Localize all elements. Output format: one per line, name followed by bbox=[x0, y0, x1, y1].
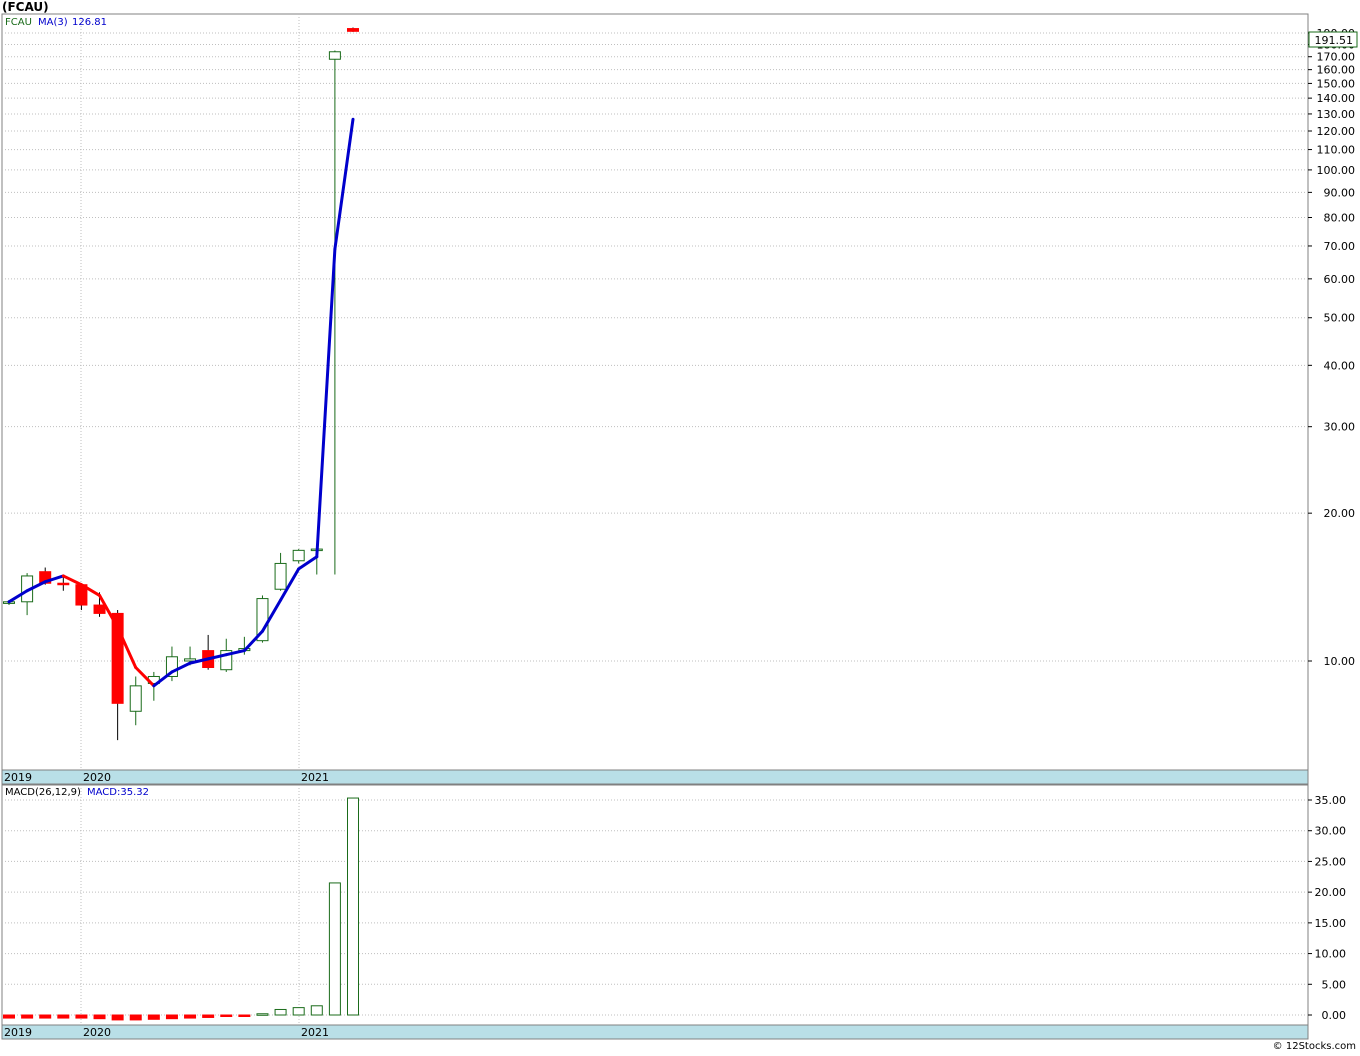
macd-x-label: 2020 bbox=[83, 1026, 111, 1039]
macd-panel: 0.00 5.00 10.00 15.00 20.00 25.00 30.00 35.00 2… bbox=[1, 784, 1346, 1040]
macd-legend-name: MACD(26,12,9) bbox=[5, 787, 81, 798]
price-tick-label: 120.00 bbox=[1317, 125, 1356, 138]
price-tick-label: 50.00 bbox=[1324, 312, 1356, 325]
price-x-label: 2021 bbox=[301, 771, 329, 784]
macd-bar bbox=[57, 1014, 70, 1019]
price-tick-label: 100.00 bbox=[1317, 164, 1356, 177]
macd-plot-frame bbox=[1, 784, 1309, 1026]
macd-bar bbox=[238, 1014, 251, 1017]
macd-tick-label: 20.00 bbox=[1315, 886, 1347, 899]
macd-y-axis: 0.00 5.00 10.00 15.00 20.00 25.00 30.00 35.00 bbox=[1308, 794, 1346, 1022]
macd-bar bbox=[328, 882, 341, 1016]
macd-x-label: 2019 bbox=[4, 1026, 32, 1039]
macd-tick-label: 30.00 bbox=[1315, 825, 1347, 838]
price-tick-label: 80.00 bbox=[1324, 211, 1356, 224]
candle-body bbox=[129, 685, 142, 712]
macd-bar bbox=[165, 1014, 178, 1020]
price-legend-symbol: FCAU bbox=[5, 17, 32, 28]
macd-bar bbox=[3, 1014, 15, 1019]
macd-tick-label: 35.00 bbox=[1315, 794, 1347, 807]
price-legend-ma-value: 126.81 bbox=[72, 17, 107, 28]
macd-bar bbox=[184, 1014, 197, 1019]
macd-bar bbox=[310, 1005, 323, 1016]
macd-bar bbox=[256, 1013, 269, 1016]
price-x-label: 2020 bbox=[83, 771, 111, 784]
price-y-axis: 10.00 20.00 30.00 40.00 50.00 60.00 70.00 80.00… bbox=[1308, 27, 1355, 668]
macd-tick-label: 5.00 bbox=[1322, 978, 1347, 991]
price-tick-label: 70.00 bbox=[1324, 240, 1356, 253]
macd-x-label: 2021 bbox=[301, 1026, 329, 1039]
macd-tick-label: 15.00 bbox=[1315, 917, 1347, 930]
price-tick-label: 130.00 bbox=[1317, 108, 1356, 121]
macd-legend: MACD(26,12,9) MACD:35.32 bbox=[5, 787, 149, 798]
price-x-label: 2019 bbox=[4, 771, 32, 784]
macd-bar bbox=[220, 1014, 233, 1017]
candle-body bbox=[292, 549, 305, 562]
price-tick-label: 170.00 bbox=[1317, 51, 1356, 64]
price-tick-label: 40.00 bbox=[1324, 359, 1356, 372]
price-tick-label: 150.00 bbox=[1317, 77, 1356, 90]
macd-bar bbox=[292, 1007, 305, 1016]
price-tick-label: 160.00 bbox=[1317, 64, 1356, 77]
price-tick-label: 140.00 bbox=[1317, 92, 1356, 105]
price-tick-label: 60.00 bbox=[1324, 273, 1356, 286]
price-tick-label: 10.00 bbox=[1324, 655, 1356, 668]
price-tick-label: 110.00 bbox=[1317, 144, 1356, 157]
macd-legend-value: MACD:35.32 bbox=[87, 787, 149, 798]
price-tick-label: 90.00 bbox=[1324, 186, 1356, 199]
macd-bar bbox=[202, 1014, 215, 1018]
macd-bar bbox=[93, 1014, 106, 1020]
price-panel: 10.00 20.00 30.00 40.00 50.00 60.00 70.00 80.00… bbox=[1, 13, 1358, 785]
candle bbox=[347, 27, 359, 32]
macd-bar bbox=[21, 1014, 34, 1019]
last-price-box: 191.51 bbox=[1308, 31, 1358, 48]
candle-body bbox=[57, 582, 70, 586]
candle-body bbox=[347, 28, 359, 32]
macd-bar bbox=[347, 797, 359, 1016]
copyright-text: © 12Stocks.com bbox=[1272, 1041, 1356, 1052]
price-legend-ma-label: MA(3) bbox=[38, 17, 68, 28]
macd-bar bbox=[147, 1014, 160, 1020]
macd-bar bbox=[111, 1014, 124, 1021]
macd-tick-label: 10.00 bbox=[1315, 948, 1347, 961]
chart-canvas: 10.00 20.00 30.00 40.00 50.00 60.00 70.00 80.00… bbox=[1, 13, 1358, 1040]
candle-body bbox=[93, 604, 106, 614]
macd-tick-label: 0.00 bbox=[1322, 1009, 1347, 1022]
price-x-axis-band bbox=[1, 769, 1309, 785]
price-tick-label: 20.00 bbox=[1324, 507, 1356, 520]
candle-body bbox=[328, 51, 341, 60]
macd-bar bbox=[39, 1014, 52, 1019]
price-plot-frame bbox=[1, 13, 1309, 771]
macd-bar bbox=[274, 1008, 287, 1016]
macd-bar bbox=[129, 1014, 142, 1021]
last-price-label: 191.51 bbox=[1315, 34, 1354, 47]
candle-body bbox=[184, 658, 197, 662]
macd-bar bbox=[75, 1014, 88, 1019]
price-tick-label: 30.00 bbox=[1324, 421, 1356, 434]
price-legend: FCAU MA(3) 126.81 bbox=[5, 17, 107, 28]
macd-x-axis-band bbox=[1, 1024, 1309, 1040]
macd-tick-label: 25.00 bbox=[1315, 855, 1347, 868]
candle-body bbox=[274, 562, 287, 590]
